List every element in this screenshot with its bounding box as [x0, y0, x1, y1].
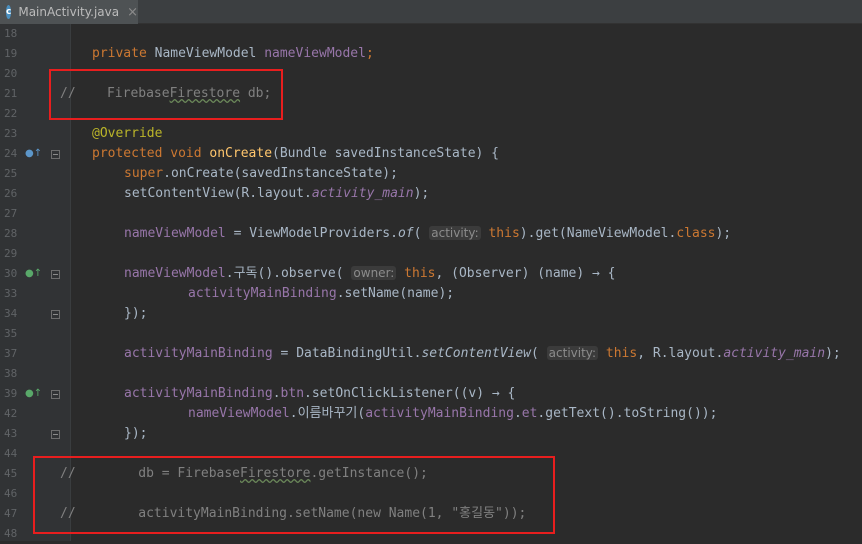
- tab-main-activity[interactable]: c MainActivity.java ×: [0, 0, 138, 24]
- tab-label: MainActivity.java: [18, 5, 120, 19]
- line-number: 43: [4, 427, 18, 440]
- code-line: 25 super.onCreate(savedInstanceState);: [0, 164, 862, 184]
- code-text: activityMainBinding.btn.setOnClickListen…: [124, 386, 516, 401]
- parameter-hint: activity:: [546, 346, 599, 360]
- editor-tab-bar: c MainActivity.java ×: [0, 0, 862, 24]
- code-line: 19 private NameViewModel nameViewModel;: [0, 44, 862, 64]
- code-text: nameViewModel.이름바꾸기(activityMainBinding.…: [188, 406, 718, 421]
- code-text: super.onCreate(savedInstanceState);: [124, 166, 398, 181]
- fold-toggle-icon[interactable]: [51, 390, 60, 399]
- code-line: 42 nameViewModel.이름바꾸기(activityMainBindi…: [0, 404, 862, 424]
- line-number: 44: [4, 447, 18, 460]
- parameter-hint: owner:: [351, 266, 397, 280]
- code-line: 23 @Override: [0, 124, 862, 144]
- line-number: 25: [4, 167, 18, 180]
- line-number: 39: [4, 387, 18, 400]
- parameter-hint: activity:: [429, 226, 481, 240]
- fold-toggle-icon[interactable]: [51, 430, 60, 439]
- line-number: 47: [4, 507, 18, 520]
- highlight-box: [33, 456, 555, 534]
- code-line: 43 });: [0, 424, 862, 444]
- line-number: 27: [4, 207, 18, 220]
- code-line: 24 ●↑ protected void onCreate(Bundle sav…: [0, 144, 862, 164]
- fold-toggle-icon[interactable]: [51, 310, 60, 319]
- code-line: 29: [0, 244, 862, 264]
- code-line: 35: [0, 324, 862, 344]
- line-number: 19: [4, 47, 18, 60]
- override-icon[interactable]: ●↑: [25, 148, 42, 160]
- highlight-box: [49, 69, 283, 120]
- code-line: 26 setContentView(R.layout.activity_main…: [0, 184, 862, 204]
- code-text: nameViewModel.구독().observe( owner: this,…: [124, 266, 616, 281]
- line-number: 38: [4, 367, 18, 380]
- line-number: 26: [4, 187, 18, 200]
- fold-toggle-icon[interactable]: [51, 150, 60, 159]
- code-line: 38: [0, 364, 862, 384]
- code-text: private NameViewModel nameViewModel;: [92, 46, 374, 61]
- code-line: 30 ●↑ nameViewModel.구독().observe( owner:…: [0, 264, 862, 284]
- lambda-icon[interactable]: ●↑: [25, 388, 42, 400]
- fold-toggle-icon[interactable]: [51, 270, 60, 279]
- code-text: activityMainBinding.setName(name);: [188, 286, 455, 301]
- code-line: 34 });: [0, 304, 862, 324]
- line-number: 20: [4, 67, 18, 80]
- line-number: 29: [4, 247, 18, 260]
- line-number: 34: [4, 307, 18, 320]
- line-number: 42: [4, 407, 18, 420]
- code-text: });: [124, 426, 148, 441]
- code-line: 28 nameViewModel = ViewModelProviders.of…: [0, 224, 862, 244]
- line-number: 23: [4, 127, 18, 140]
- code-line: 39 ●↑ activityMainBinding.btn.setOnClick…: [0, 384, 862, 404]
- code-line: 33 activityMainBinding.setName(name);: [0, 284, 862, 304]
- code-text: protected void onCreate(Bundle savedInst…: [92, 146, 500, 161]
- code-text: nameViewModel = ViewModelProviders.of( a…: [124, 226, 732, 241]
- code-text: setContentView(R.layout.activity_main);: [124, 186, 430, 201]
- lambda-icon[interactable]: ●↑: [25, 268, 42, 280]
- line-number: 21: [4, 87, 18, 100]
- line-number: 33: [4, 287, 18, 300]
- line-number: 30: [4, 267, 18, 280]
- code-line: 37 activityMainBinding = DataBindingUtil…: [0, 344, 862, 364]
- close-icon[interactable]: ×: [127, 5, 138, 20]
- line-number: 37: [4, 347, 18, 360]
- line-number: 35: [4, 327, 18, 340]
- line-number: 48: [4, 527, 18, 540]
- java-class-icon: c: [6, 5, 12, 19]
- code-text: });: [124, 306, 148, 321]
- line-number: 24: [4, 147, 18, 160]
- line-number: 46: [4, 487, 18, 500]
- annotation-text: @Override: [92, 126, 163, 141]
- line-number: 22: [4, 107, 18, 120]
- code-text: activityMainBinding = DataBindingUtil.se…: [124, 346, 841, 361]
- code-line: 18: [0, 24, 862, 44]
- line-number: 45: [4, 467, 18, 480]
- code-line: 27: [0, 204, 862, 224]
- line-number: 28: [4, 227, 18, 240]
- line-number: 18: [4, 27, 18, 40]
